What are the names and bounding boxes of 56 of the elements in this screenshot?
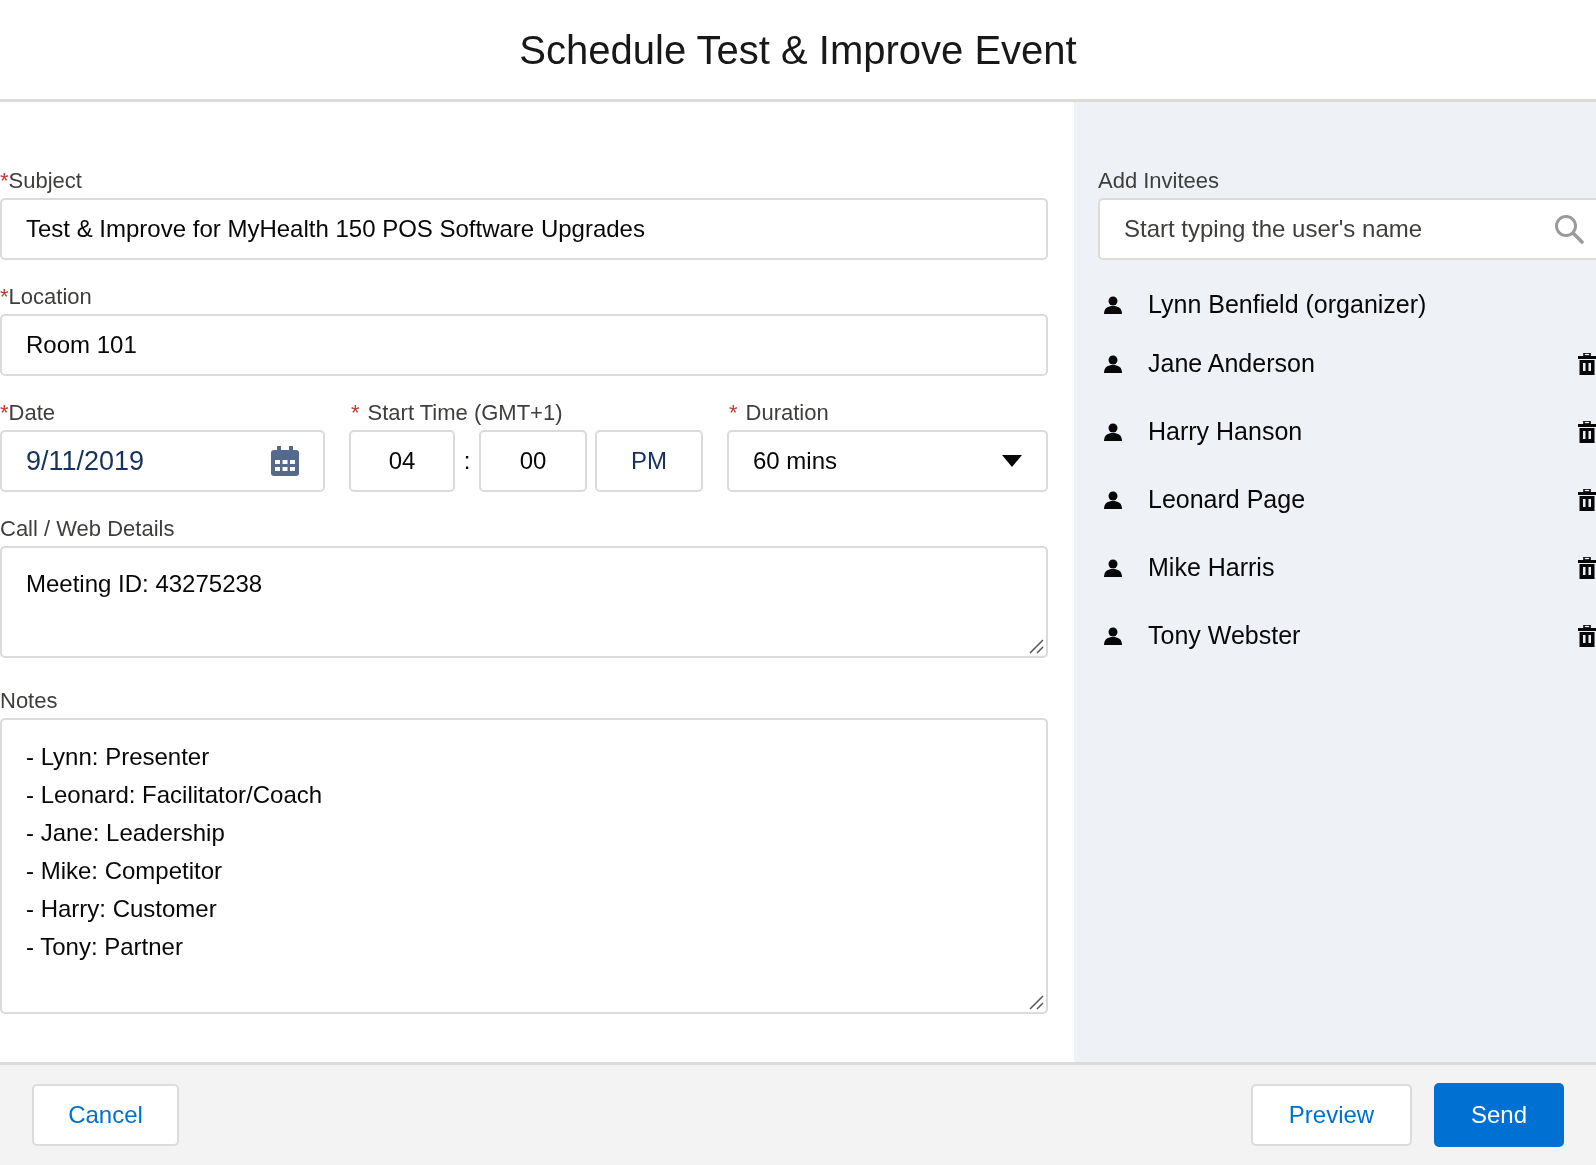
preview-button[interactable]: Preview <box>1251 1084 1412 1146</box>
time-separator: : <box>462 446 472 476</box>
send-button[interactable]: Send <box>1434 1083 1564 1147</box>
required-asterisk: * <box>729 399 738 427</box>
notes-textarea[interactable]: - Lynn: Presenter - Leonard: Facilitator/Coach - Jane: Leadership - Mike: Competitor - Harry: Customer - Tony: Partner <box>0 718 1048 1014</box>
resize-handle-icon <box>1028 638 1044 654</box>
required-asterisk: * <box>0 399 9 427</box>
person-icon <box>1104 627 1122 645</box>
notes-line: - Lynn: Presenter <box>26 742 211 772</box>
calendar-icon[interactable] <box>271 446 299 476</box>
trash-icon[interactable] <box>1578 353 1596 375</box>
field-label: Date <box>8 399 56 427</box>
notes-line: - Harry: Customer <box>26 894 218 924</box>
dropdown-caret-icon <box>1002 455 1022 467</box>
person-icon <box>1104 423 1122 441</box>
trash-icon[interactable] <box>1578 557 1596 579</box>
person-icon <box>1104 355 1122 373</box>
am-pm-toggle[interactable]: PM <box>595 430 703 492</box>
trash-icon[interactable] <box>1578 421 1596 443</box>
invitee-name: Mike Harris <box>1148 552 1276 584</box>
invitee-search-field[interactable]: Start typing the user's name <box>1098 198 1596 260</box>
trash-icon[interactable] <box>1578 625 1596 647</box>
minute-input[interactable]: 00 <box>479 430 587 492</box>
cancel-button[interactable]: Cancel <box>32 1084 179 1146</box>
invitee-name: Leonard Page <box>1148 484 1307 516</box>
invitee-name: Jane Anderson <box>1148 348 1316 380</box>
notes-line: - Tony: Partner <box>26 932 184 962</box>
person-icon <box>1104 491 1122 509</box>
invitee-name: Harry Hanson <box>1148 416 1304 448</box>
required-asterisk: * <box>0 283 9 311</box>
field-label: Duration <box>745 399 829 427</box>
person-icon <box>1104 296 1122 314</box>
date-input[interactable]: 9/11/2019 <box>0 430 325 492</box>
required-asterisk: * <box>0 167 9 195</box>
location-input[interactable]: Room 101 <box>0 314 1048 376</box>
field-label: Call / Web Details <box>0 515 175 543</box>
invitee-name: Lynn Benfield (organizer) <box>1148 289 1428 321</box>
duration-select[interactable]: 60 mins <box>727 430 1048 492</box>
trash-icon[interactable] <box>1578 489 1596 511</box>
notes-line: - Leonard: Facilitator/Coach <box>26 780 324 810</box>
field-label: Notes <box>0 687 58 715</box>
call-details-textarea[interactable]: Meeting ID: 43275238 <box>0 546 1048 658</box>
field-label: Add Invitees <box>1098 167 1220 195</box>
field-label: Subject <box>8 167 82 195</box>
field-label: Location <box>8 283 92 311</box>
invitee-name: Tony Webster <box>1148 620 1302 652</box>
notes-line: - Jane: Leadership <box>26 818 226 848</box>
dialog-title: Schedule Test & Improve Event <box>519 26 1077 74</box>
hour-input[interactable]: 04 <box>349 430 455 492</box>
notes-line: - Mike: Competitor <box>26 856 224 886</box>
field-label: Start Time (GMT+1) <box>367 399 563 427</box>
subject-input[interactable]: Test & Improve for MyHealth 150 POS Software Upgrades <box>0 198 1048 260</box>
resize-handle-icon <box>1028 994 1044 1010</box>
person-icon <box>1104 559 1122 577</box>
required-asterisk: * <box>351 399 360 427</box>
search-icon <box>1554 214 1584 244</box>
